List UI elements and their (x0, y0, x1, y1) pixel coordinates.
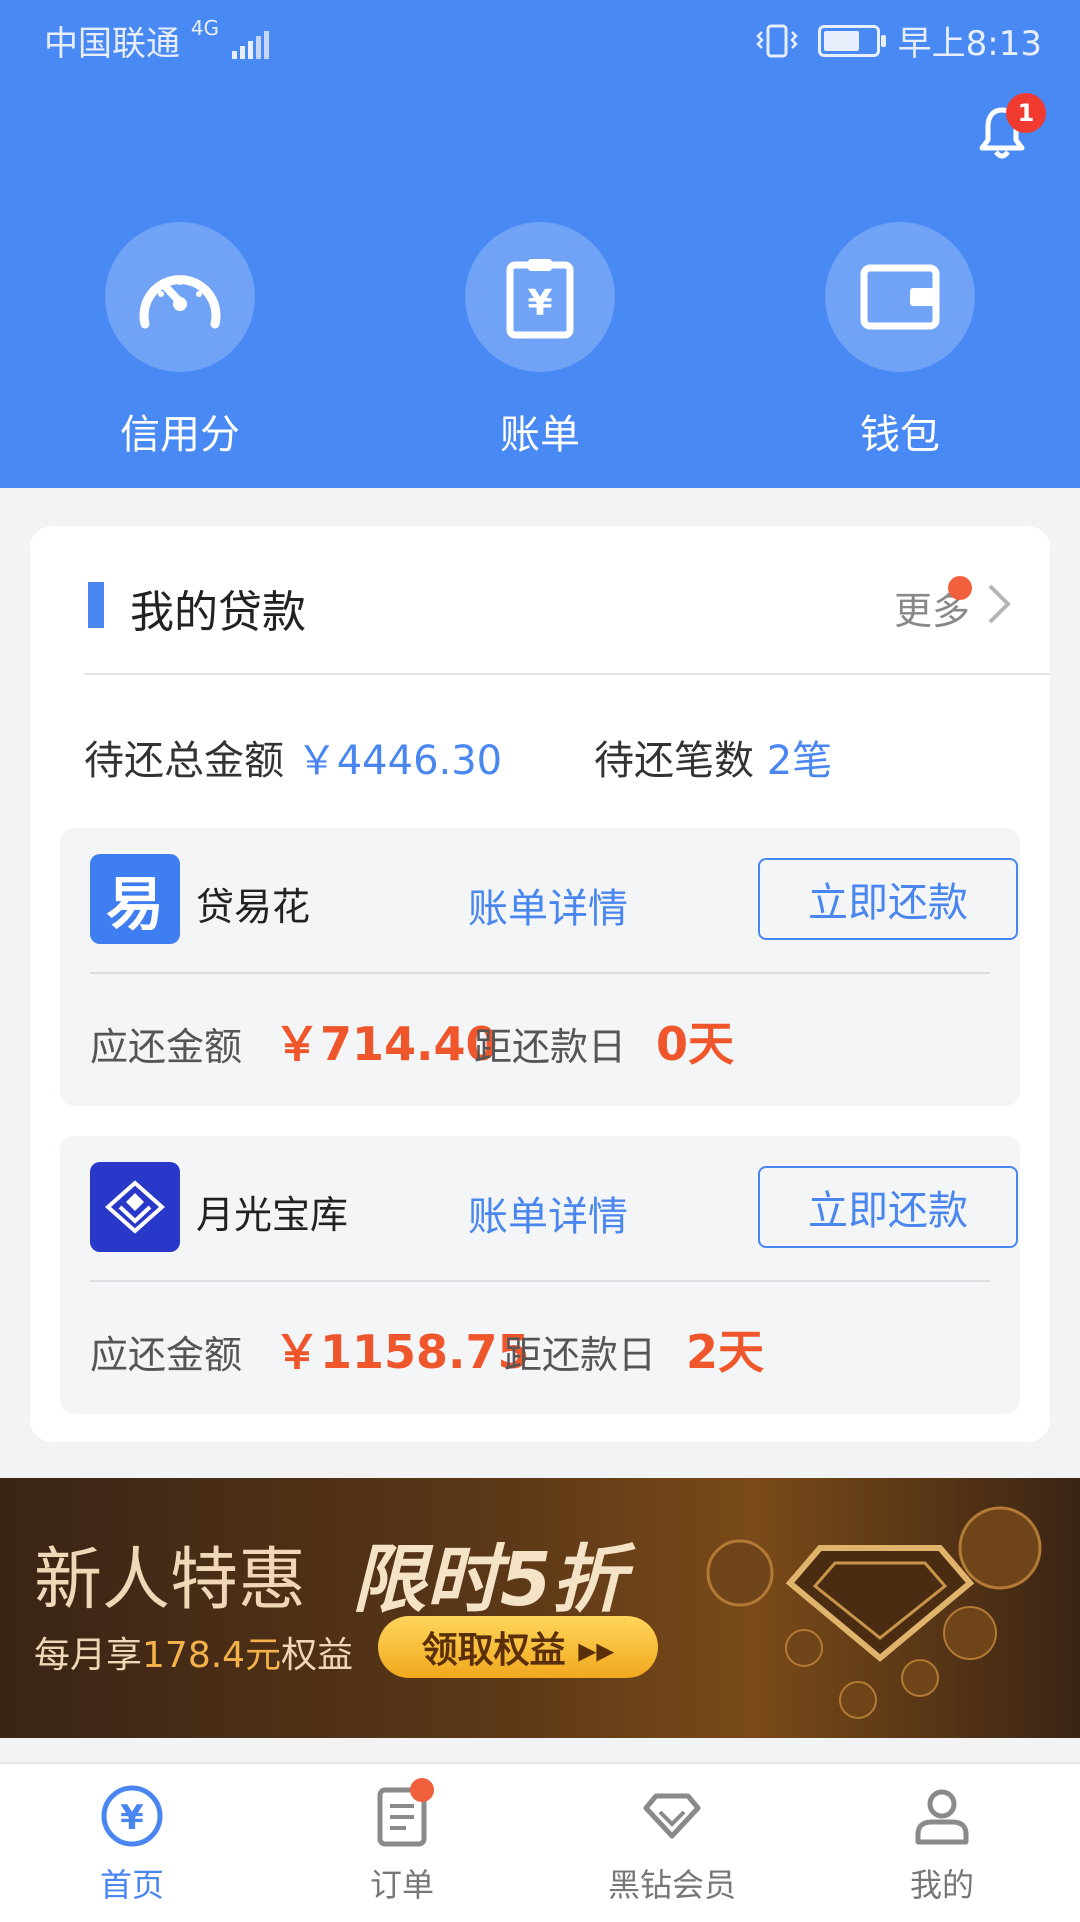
banner-subtitle: 每月享178.4元权益 (34, 1635, 354, 1676)
claim-benefits-button[interactable]: 领取权益 ▸▸ (378, 1616, 658, 1678)
repay-now-button[interactable]: 立即还款 (758, 1166, 1018, 1248)
title-accent-bar (88, 582, 104, 628)
tab-label: 我的 (909, 1866, 974, 1904)
loan-item: 易 贷易花 账单详情 立即还款 应还金额 ￥714.40 距还款日 0天 (60, 828, 1020, 1106)
speedometer-icon (139, 275, 221, 329)
total-due-label: 待还总金额 (84, 738, 284, 784)
diamond-logo-icon (104, 1180, 166, 1234)
bottom-tab-bar: ¥ 首页 订单 黑钻会员 我的 (0, 1762, 1080, 1922)
amount-due-label: 应还金额 (90, 1025, 243, 1069)
tab-label: 黑钻会员 (607, 1866, 736, 1904)
quick-action-label: 钱包 (860, 412, 940, 458)
orders-dot (410, 1778, 434, 1802)
wallet-icon (860, 264, 940, 330)
banner-highlight: 限时5折 (352, 1537, 626, 1623)
due-count: 待还笔数 2笔 (594, 728, 832, 786)
chevron-right-icon[interactable] (978, 582, 1018, 626)
black-diamond-emblem-icon (706, 1506, 1042, 1719)
loan-name: 月光宝库 (196, 1193, 349, 1237)
svg-text:¥: ¥ (120, 1798, 144, 1838)
quick-action-bill[interactable]: ¥ 账单 (465, 222, 615, 458)
yueguangbaoku-logo (90, 1162, 180, 1252)
header: 中国联通 4G 早上8:13 1 信用分 ¥ 账单 钱包 (0, 0, 1080, 488)
days-to-due-label: 距还款日 (474, 1025, 627, 1069)
section-title: 我的贷款 (130, 587, 306, 638)
total-due-value: ￥4446.30 (296, 738, 503, 784)
days-to-due-value: 2天 (686, 1325, 765, 1379)
total-due: 待还总金额 ￥4446.30 (84, 728, 502, 786)
due-count-label: 待还笔数 (594, 738, 754, 784)
days-to-due-label: 距还款日 (504, 1333, 657, 1377)
tab-label: 首页 (99, 1866, 164, 1904)
loan-name: 贷易花 (196, 885, 311, 929)
status-bar: 中国联通 4G 早上8:13 (0, 0, 1080, 74)
banner-title: 新人特惠 (34, 1541, 307, 1620)
bill-icon: ¥ (506, 259, 574, 339)
diamond-icon (643, 1793, 701, 1839)
amount-due-label: 应还金额 (90, 1333, 243, 1377)
status-time: 早上8:13 (897, 24, 1042, 64)
signal-icon (231, 30, 269, 59)
my-loans-card: 我的贷款 更多 待还总金额 ￥4446.30 待还笔数 2笔 易 贷易花 账单详… (30, 526, 1050, 1442)
notification-badge: 1 (1006, 93, 1046, 133)
divider (90, 1280, 990, 1282)
amount-due-value: ￥714.40 (274, 1017, 498, 1071)
vibrate-icon (755, 24, 798, 57)
bill-detail-link[interactable]: 账单详情 (468, 876, 628, 934)
loan-item: 月光宝库 账单详情 立即还款 应还金额 ￥1158.75 距还款日 2天 (60, 1136, 1020, 1414)
tab-label: 订单 (369, 1866, 434, 1904)
amount-due-value: ￥1158.75 (274, 1325, 530, 1379)
yuan-circle-icon: ¥ (101, 1785, 163, 1847)
repay-now-button[interactable]: 立即还款 (758, 858, 1018, 940)
due-count-value: 2笔 (766, 738, 833, 784)
quick-action-credit-score[interactable]: 信用分 (105, 222, 255, 458)
user-icon (915, 1789, 969, 1845)
divider (84, 673, 1050, 675)
days-to-due-value: 0天 (656, 1017, 735, 1071)
carrier-label: 中国联通 4G (44, 16, 270, 65)
quick-action-label: 账单 (500, 412, 580, 458)
daiyihua-logo: 易 (90, 854, 180, 944)
promo-banner[interactable]: 新人特惠 限时5折 每月享178.4元权益 领取权益 ▸▸ (0, 1478, 1080, 1738)
svg-text:¥: ¥ (527, 283, 552, 324)
battery-icon (817, 24, 886, 57)
more-dot (948, 576, 972, 600)
network-label: 4G (190, 16, 220, 40)
status-right: 早上8:13 (754, 16, 1042, 65)
quick-action-wallet[interactable]: 钱包 (825, 222, 975, 458)
quick-action-label: 信用分 (120, 412, 240, 458)
divider (90, 972, 990, 974)
bill-detail-link[interactable]: 账单详情 (468, 1184, 628, 1242)
